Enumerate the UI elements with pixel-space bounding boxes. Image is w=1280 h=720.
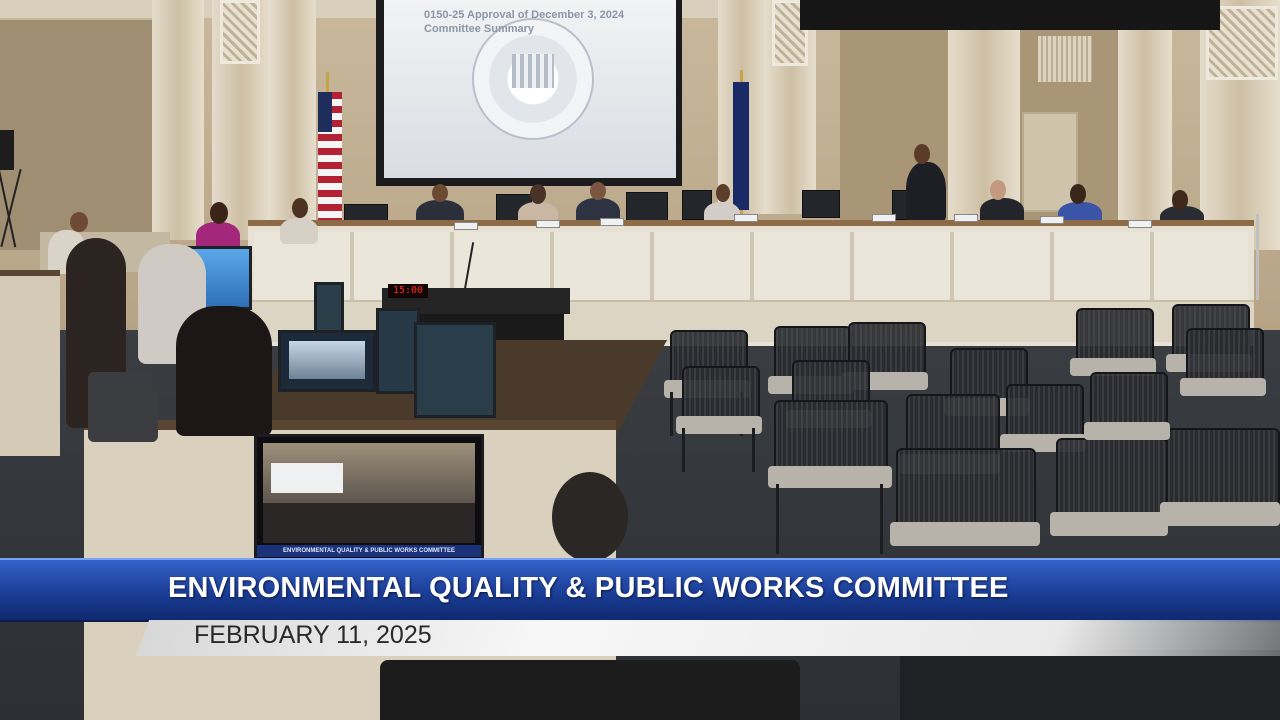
council-member-head [1172,190,1188,210]
office-chair [88,372,158,442]
column [948,30,1020,220]
audience-chair [1160,428,1280,538]
audience-chair [768,400,892,554]
seated-staff-back [176,306,272,436]
agenda-line-1: 0150-25 Approval of December 3, 2024 [424,9,625,21]
chair-seat [1050,512,1168,536]
council-member-head [432,184,448,202]
chair-back [1056,438,1168,522]
broadcast-preview-monitor: ENVIRONMENTAL QUALITY & PUBLIC WORKS COM… [254,434,484,562]
lower-third-banner: ENVIRONMENTAL QUALITY & PUBLIC WORKS COM… [0,558,1280,622]
staff-member-head [70,212,88,232]
chair-back [1166,428,1280,512]
podium-timer: 15:00 [388,284,428,298]
projection-screen: 0150-25 Approval of December 3, 2024 Com… [384,0,676,178]
nameplate [454,222,478,230]
council-member-head [1070,184,1086,204]
chair-seat [1160,502,1280,526]
desk-monitor [314,282,344,336]
chair-leg [682,428,685,472]
clerk-desk-side [0,270,60,456]
audience-member-head [552,472,628,562]
desk-monitor [278,330,376,392]
staff-member-head [292,198,308,218]
agenda-item-text: 0150-25 Approval of December 3, 2024 Com… [424,8,664,36]
presenter-head [914,144,930,164]
agenda-line-2: Committee Summary [424,23,535,35]
audience-chair [890,448,1040,558]
nameplate [872,214,896,222]
chair-seat [1084,422,1170,440]
state-flag-icon [733,82,749,210]
ceiling-display [800,0,1220,30]
standing-presenter [906,162,946,222]
us-flag-canton [318,92,332,132]
council-member-head [990,180,1006,200]
chair-seat [890,522,1040,546]
nameplate [1040,216,1064,224]
preview-feed [263,443,475,543]
chair-seat [1180,378,1266,396]
chair-leg [752,428,755,472]
nameplate [954,214,978,222]
council-member-head [590,182,606,200]
monitor-feed [289,341,365,379]
preview-desk [263,503,475,543]
column [152,0,204,240]
audience-chair [676,366,762,472]
meeting-date: FEBRUARY 11, 2025 [194,621,432,649]
dais-monitor [626,192,668,222]
chair-leg [670,392,673,436]
nameplate [536,220,560,228]
courthouse-icon [512,54,554,88]
foreground-chairs [900,650,1280,720]
preview-caption: ENVIRONMENTAL QUALITY & PUBLIC WORKS COM… [257,545,481,557]
audience-chair [1084,372,1170,448]
council-member-head [530,184,546,204]
wall-vent [1038,36,1092,82]
chair-seat [768,466,892,488]
decorative-grille [220,0,260,64]
nameplate [600,218,624,226]
nameplate [1128,220,1152,228]
column [1118,30,1172,226]
preview-projection [271,463,343,493]
committee-title: ENVIRONMENTAL QUALITY & PUBLIC WORKS COM… [168,572,1009,604]
chair-back [774,400,888,474]
chair-back [896,448,1036,532]
chair-seat [676,416,762,434]
audience-chair [1180,328,1266,404]
audience-chair [1050,438,1168,548]
dais-monitor [802,190,840,218]
foreground-chair-back [380,660,800,720]
column [270,0,316,230]
chair-leg [776,484,779,554]
stanchion-post [1256,214,1259,300]
chair-leg [880,484,883,554]
council-chamber-scene: 0150-25 Approval of December 3, 2024 Com… [0,0,1280,720]
council-member-head [716,184,730,202]
desk-monitor [414,322,496,418]
camera-icon [0,130,14,170]
staff-member [280,218,318,244]
county-seal-icon [472,18,594,140]
staff-member-head [210,202,228,224]
nameplate [734,214,758,222]
